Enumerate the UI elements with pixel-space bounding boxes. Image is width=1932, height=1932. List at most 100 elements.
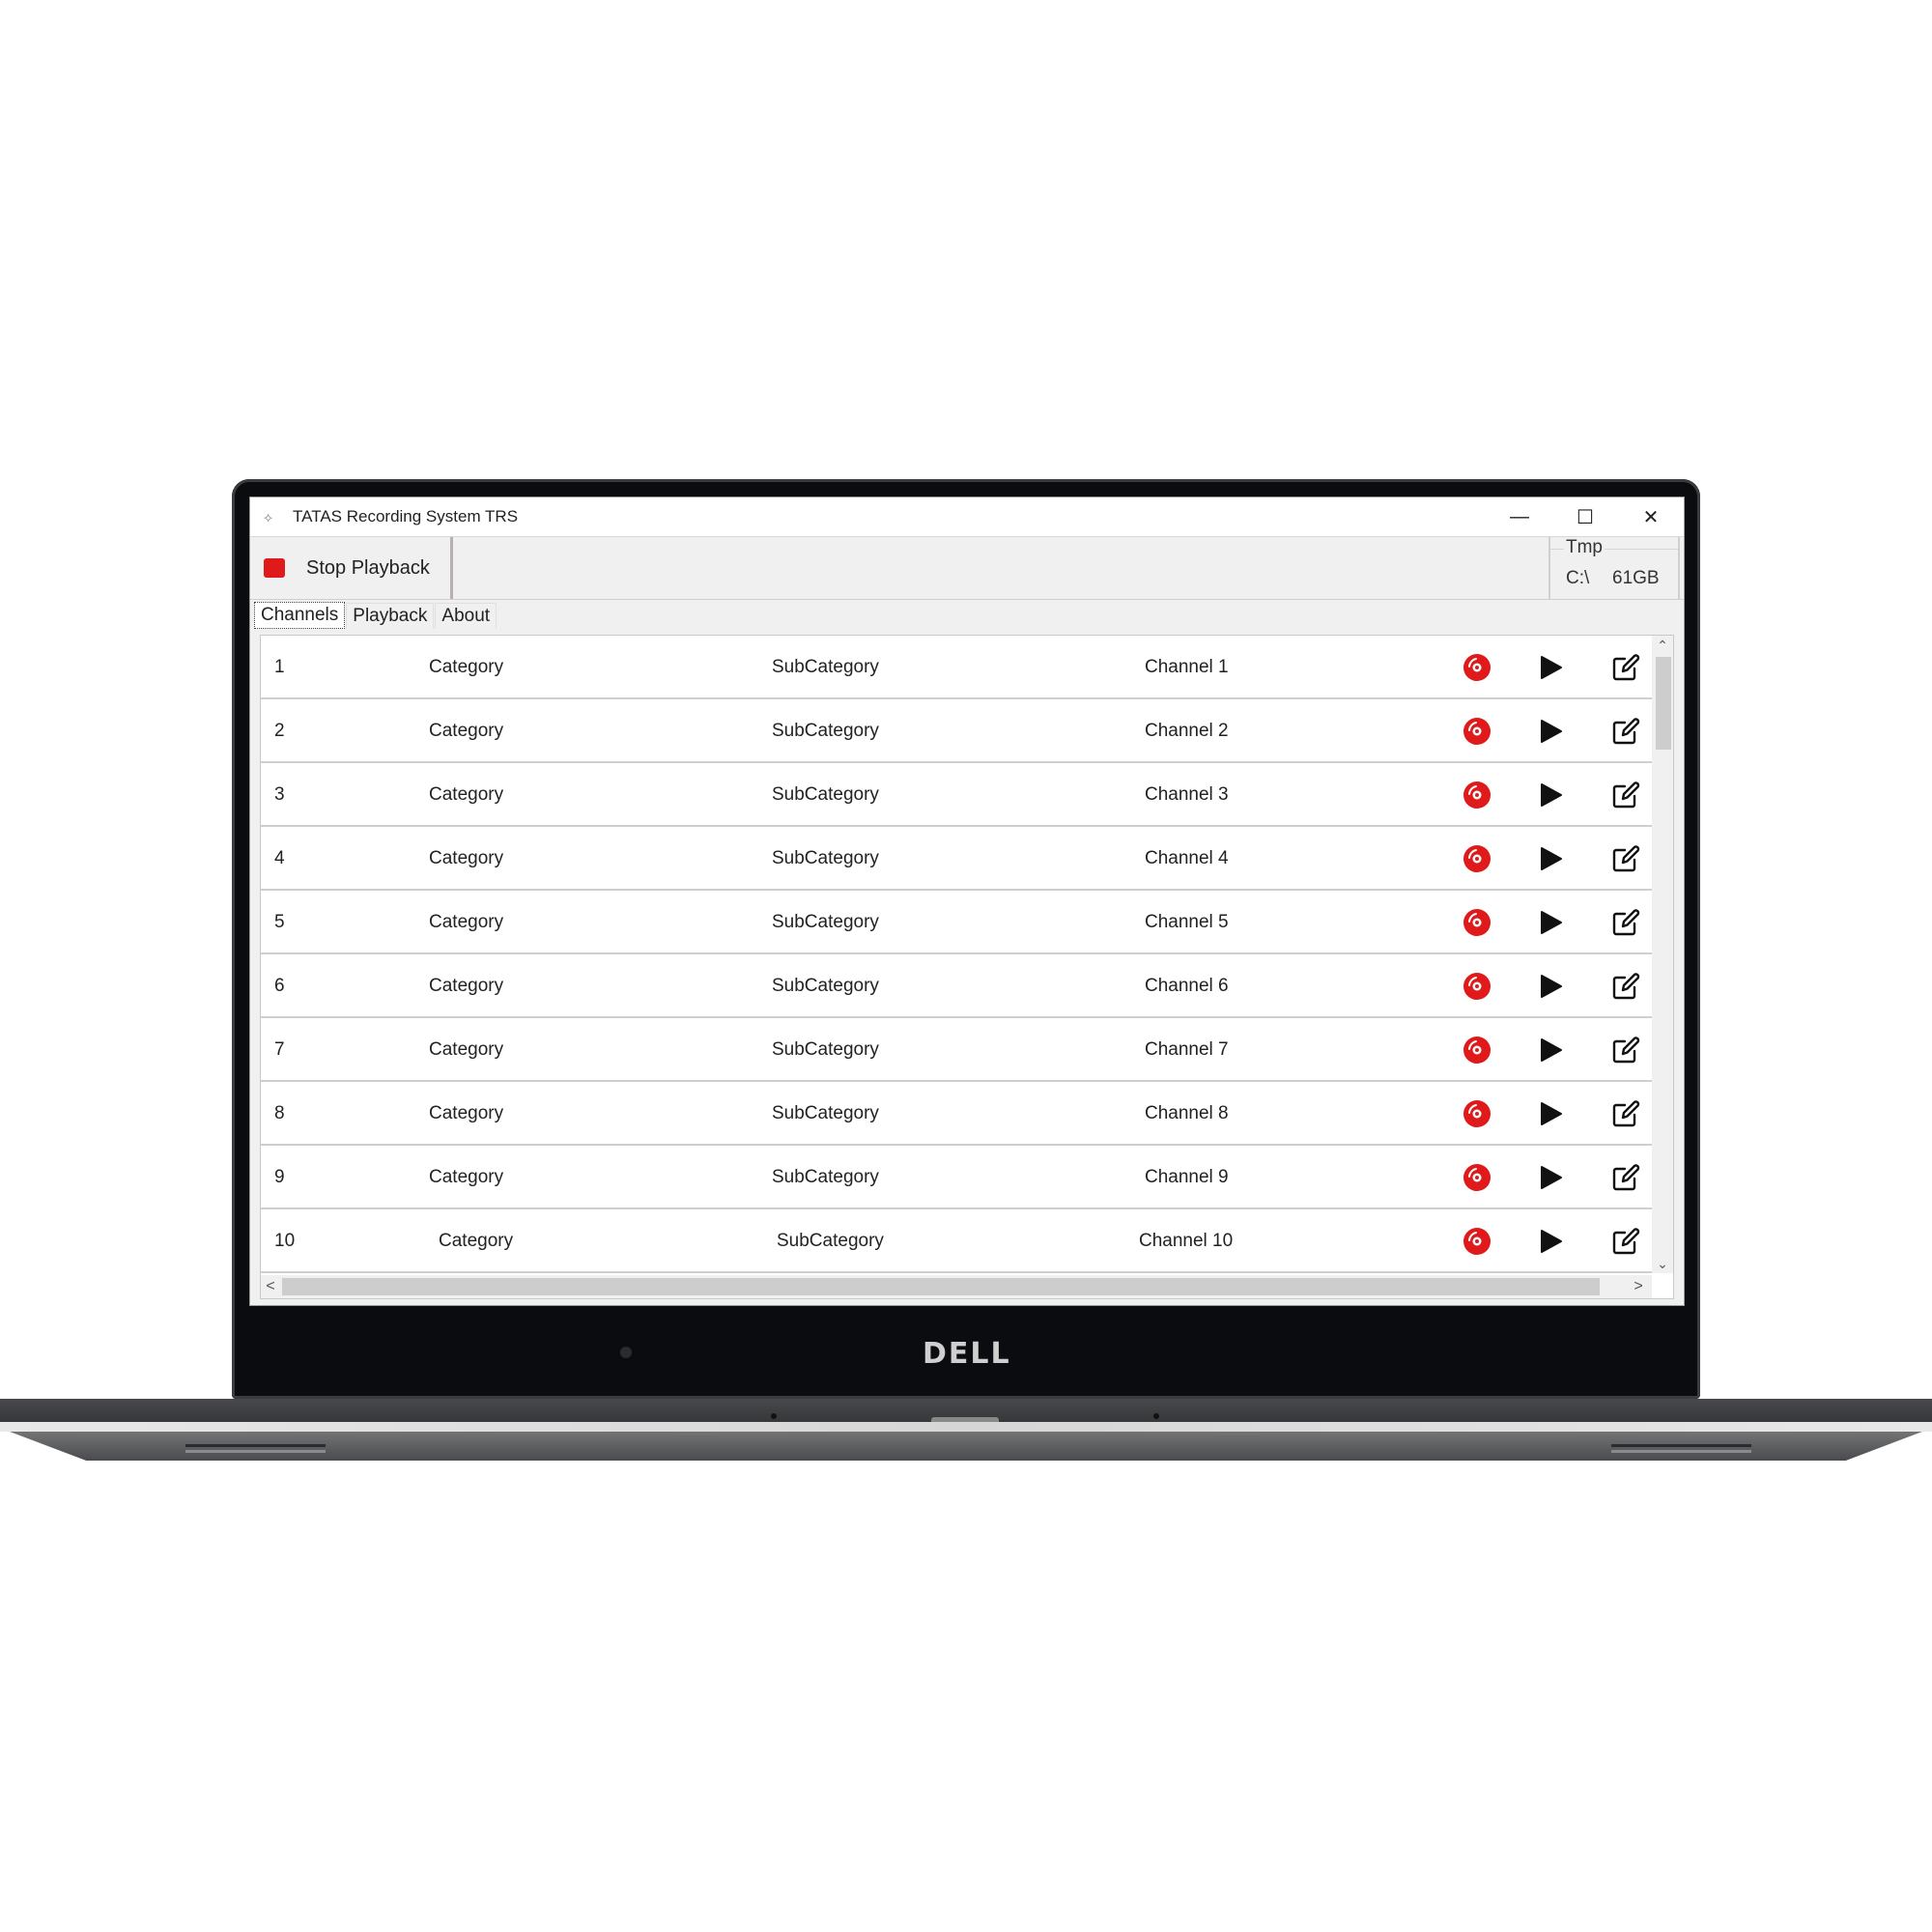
close-icon: ✕: [1642, 506, 1660, 528]
scroll-down-button[interactable]: ⌄: [1652, 1254, 1673, 1273]
play-icon[interactable]: [1538, 782, 1563, 808]
channel-number: 6: [274, 976, 285, 996]
vertical-scroll-thumb[interactable]: [1656, 657, 1671, 750]
channel-subcategory: SubCategory: [777, 1231, 884, 1251]
channel-name: Channel 7: [1145, 1039, 1229, 1060]
play-icon[interactable]: [1538, 846, 1563, 871]
record-icon[interactable]: [1463, 972, 1492, 1001]
maximize-icon: ☐: [1577, 506, 1594, 528]
record-icon[interactable]: [1463, 908, 1492, 937]
horizontal-scrollbar[interactable]: < >: [261, 1275, 1652, 1298]
channel-row[interactable]: 9 Category SubCategory Channel 9: [261, 1146, 1652, 1209]
scroll-up-button[interactable]: ⌃: [1652, 636, 1673, 655]
edit-icon[interactable]: [1611, 1163, 1640, 1192]
channel-category: Category: [429, 1039, 504, 1060]
toolbar: Stop Playback Tmp C:\ 61GB: [250, 537, 1684, 600]
play-icon[interactable]: [1538, 719, 1563, 744]
channel-number: 9: [274, 1167, 285, 1187]
channel-category: Category: [429, 1167, 504, 1187]
edit-icon[interactable]: [1611, 1036, 1640, 1065]
channel-subcategory: SubCategory: [772, 784, 879, 805]
minimize-button[interactable]: —: [1487, 497, 1552, 536]
record-icon[interactable]: [1463, 1163, 1492, 1192]
channel-row[interactable]: 7 Category SubCategory Channel 7: [261, 1018, 1652, 1082]
storage-group: Tmp C:\ 61GB: [1548, 537, 1680, 599]
brand-logo: DELL: [923, 1337, 1011, 1371]
record-icon[interactable]: [1463, 1099, 1492, 1128]
window-controls: — ☐ ✕: [1487, 497, 1684, 536]
play-icon[interactable]: [1538, 1165, 1563, 1190]
vertical-scrollbar[interactable]: ⌃ ⌄: [1652, 636, 1673, 1273]
edit-icon[interactable]: [1611, 781, 1640, 810]
channel-subcategory: SubCategory: [772, 657, 879, 677]
play-icon[interactable]: [1538, 910, 1563, 935]
channel-category: Category: [429, 976, 504, 996]
channel-row[interactable]: 3 Category SubCategory Channel 3: [261, 763, 1652, 827]
record-icon[interactable]: [1463, 717, 1492, 746]
channel-subcategory: SubCategory: [772, 1039, 879, 1060]
record-icon[interactable]: [1463, 1227, 1492, 1256]
record-icon[interactable]: [1463, 844, 1492, 873]
channel-row[interactable]: 5 Category SubCategory Channel 5: [261, 891, 1652, 954]
edit-icon[interactable]: [1611, 653, 1640, 682]
speaker-vent-left: [185, 1444, 326, 1447]
channel-number: 8: [274, 1103, 285, 1123]
channel-subcategory: SubCategory: [772, 1103, 879, 1123]
play-icon[interactable]: [1538, 655, 1563, 680]
app-logo-icon: ⟡: [264, 509, 273, 525]
channel-category: Category: [429, 1103, 504, 1123]
base-dot: [771, 1413, 777, 1419]
window-title: TATAS Recording System TRS: [293, 507, 519, 526]
stop-icon: [264, 558, 285, 578]
horizontal-scroll-thumb[interactable]: [282, 1278, 1600, 1295]
edit-icon[interactable]: [1611, 908, 1640, 937]
tab-about[interactable]: About: [435, 603, 497, 629]
edit-icon[interactable]: [1611, 1099, 1640, 1128]
record-icon[interactable]: [1463, 653, 1492, 682]
tab-playback[interactable]: Playback: [346, 603, 435, 629]
edit-icon[interactable]: [1611, 717, 1640, 746]
channel-row[interactable]: 6 Category SubCategory Channel 6: [261, 954, 1652, 1018]
channel-row[interactable]: 4 Category SubCategory Channel 4: [261, 827, 1652, 891]
play-icon[interactable]: [1538, 1037, 1563, 1063]
edit-icon[interactable]: [1611, 1227, 1640, 1256]
channel-name: Channel 1: [1145, 657, 1229, 677]
edit-icon[interactable]: [1611, 844, 1640, 873]
speaker-vent-right: [1611, 1444, 1751, 1447]
channel-number: 4: [274, 848, 285, 868]
channel-name: Channel 8: [1145, 1103, 1229, 1123]
play-icon[interactable]: [1538, 1101, 1563, 1126]
channel-row[interactable]: 10 Category SubCategory Channel 10: [261, 1209, 1652, 1273]
minimize-icon: —: [1510, 505, 1529, 527]
storage-drive: C:\: [1566, 568, 1590, 588]
play-icon[interactable]: [1538, 974, 1563, 999]
storage-free-space: 61GB: [1612, 568, 1660, 588]
channel-subcategory: SubCategory: [772, 1167, 879, 1187]
laptop-base-edge: [0, 1422, 1932, 1432]
edit-icon[interactable]: [1611, 972, 1640, 1001]
channel-name: Channel 5: [1145, 912, 1229, 932]
channel-name: Channel 10: [1139, 1231, 1234, 1251]
play-icon[interactable]: [1538, 1229, 1563, 1254]
channel-name: Channel 6: [1145, 976, 1229, 996]
record-icon[interactable]: [1463, 1036, 1492, 1065]
channel-name: Channel 4: [1145, 848, 1229, 868]
channel-name: Channel 2: [1145, 721, 1229, 741]
scroll-right-button[interactable]: >: [1629, 1275, 1648, 1298]
record-icon[interactable]: [1463, 781, 1492, 810]
scroll-left-button[interactable]: <: [261, 1275, 280, 1298]
channel-number: 10: [274, 1231, 296, 1251]
channel-row[interactable]: 1 Category SubCategory Channel 1: [261, 636, 1652, 699]
maximize-button[interactable]: ☐: [1552, 497, 1618, 536]
channel-rows: 1 Category SubCategory Channel 1 2 Category Su…: [261, 636, 1652, 1273]
channel-number: 7: [274, 1039, 285, 1060]
tab-channels[interactable]: Channels: [254, 602, 346, 629]
channel-name: Channel 9: [1145, 1167, 1229, 1187]
channel-row[interactable]: 8 Category SubCategory Channel 8: [261, 1082, 1652, 1146]
channel-row[interactable]: 2 Category SubCategory Channel 2: [261, 699, 1652, 763]
close-button[interactable]: ✕: [1618, 497, 1684, 536]
channel-category: Category: [429, 657, 504, 677]
stop-playback-button[interactable]: Stop Playback: [250, 537, 453, 599]
channels-grid: 1 Category SubCategory Channel 1 2 Category Su…: [260, 635, 1674, 1299]
channel-name: Channel 3: [1145, 784, 1229, 805]
